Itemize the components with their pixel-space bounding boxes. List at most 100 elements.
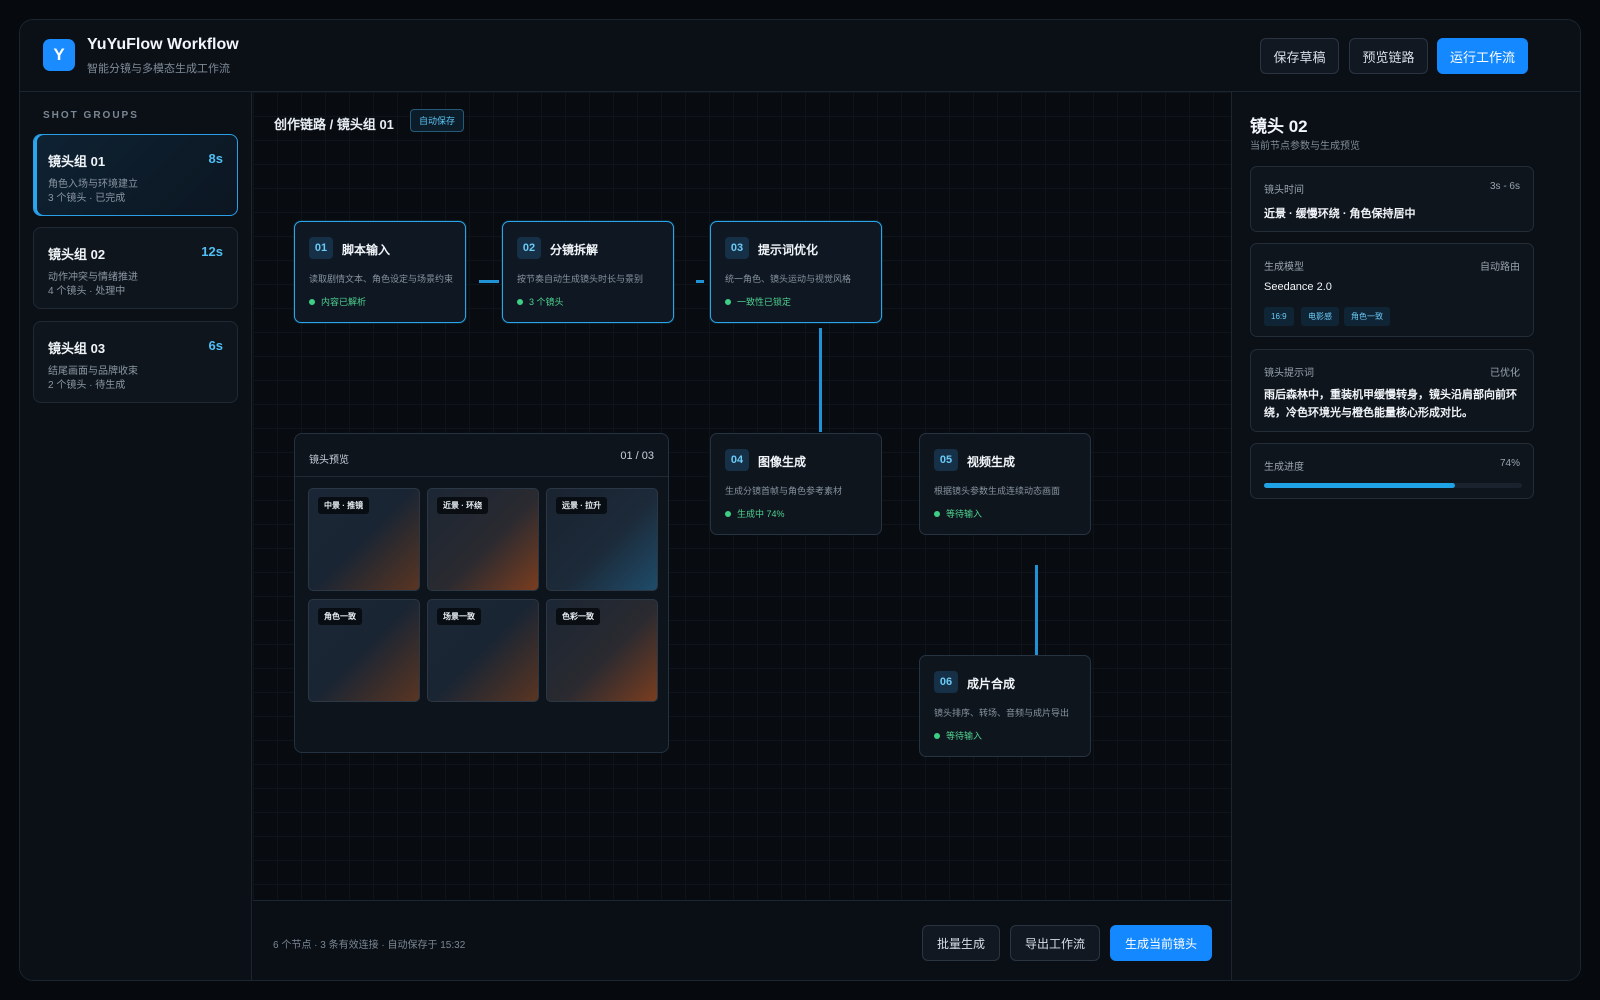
node-status: 生成中 74% [725, 507, 785, 520]
shot-preview-panel: 镜头预览 01 / 03 中景 · 推镜 近景 · 环绕 远景 · 拉升 角色一… [294, 433, 669, 753]
progress-value: 74% [1499, 458, 1520, 469]
model-chip[interactable]: 16:9 [1264, 307, 1294, 326]
model-chip[interactable]: 角色一致 [1344, 307, 1390, 326]
node-shot-breakdown[interactable]: 02 分镜拆解 按节奏自动生成镜头时长与景别 3 个镜头 [502, 221, 674, 323]
node-status-text: 3 个镜头 [529, 297, 564, 307]
model-name: Seedance 2.0 [1264, 281, 1332, 293]
preview-thumb[interactable]: 中景 · 推镜 [308, 488, 420, 591]
node-final-compose[interactable]: 06 成片合成 镜头排序、转场、音频与成片导出 等待输入 [919, 655, 1091, 757]
thumb-tag: 远景 · 拉升 [556, 497, 608, 514]
preview-thumb[interactable]: 场景一致 [427, 599, 539, 702]
logo-icon: Y [43, 39, 75, 71]
sidebar-label: SHOT GROUPS [43, 110, 139, 121]
preview-thumb[interactable]: 角色一致 [308, 599, 420, 702]
node-image-generation[interactable]: 04 图像生成 生成分镜首帧与角色参考素材 生成中 74% [710, 433, 882, 535]
preview-thumb[interactable]: 远景 · 拉升 [546, 488, 658, 591]
node-desc: 读取剧情文本、角色设定与场景约束 [309, 274, 454, 284]
app-window: Y YuYuFlow Workflow 智能分镜与多模态生成工作流 保存草稿 预… [19, 19, 1581, 981]
thumb-tag: 场景一致 [437, 608, 481, 625]
progress-bar-fill [1264, 483, 1455, 488]
thumb-tag: 中景 · 推镜 [318, 497, 370, 514]
canvas-footer: 6 个节点 · 3 条有效连接 · 自动保存于 15:32 批量生成 导出工作流… [253, 900, 1231, 980]
node-status-text: 等待输入 [946, 731, 983, 741]
status-dot-icon [517, 298, 523, 305]
card-label: 生成进度 [1264, 462, 1304, 473]
time-value: 近景 · 缓慢环绕 · 角色保持居中 [1264, 208, 1416, 220]
node-status-text: 生成中 74% [737, 509, 785, 519]
status-dot-icon [934, 510, 940, 517]
shot-group-duration: 12s [201, 244, 223, 259]
connector-03-04 [819, 328, 822, 432]
shot-group-duration: 6s [208, 338, 223, 353]
node-status: 内容已解析 [309, 295, 366, 308]
app-title: YuYuFlow Workflow [87, 36, 239, 53]
preview-page-indicator: 01 / 03 [620, 450, 654, 462]
node-desc: 按节奏自动生成镜头时长与景别 [517, 274, 644, 284]
save-draft-button[interactable]: 保存草稿 [1260, 38, 1339, 74]
status-dot-icon [725, 298, 731, 305]
node-title: 图像生成 [758, 455, 807, 469]
batch-generate-button[interactable]: 批量生成 [922, 925, 1000, 961]
status-dot-icon [934, 732, 940, 739]
prompt-text: 雨后森林中，重装机甲缓慢转身，镜头沿肩部向前环绕，冷色环境光与橙色能量核心形成对… [1264, 389, 1517, 419]
prompt-card[interactable]: 镜头提示词 已优化 雨后森林中，重装机甲缓慢转身，镜头沿肩部向前环绕，冷色环境光… [1250, 349, 1534, 432]
connector-01-02 [479, 280, 499, 283]
card-label: 镜头时间 [1264, 185, 1304, 196]
progress-bar [1264, 483, 1522, 488]
shot-group-desc: 结尾画面与品牌收束 [48, 366, 138, 377]
thumb-tag: 角色一致 [318, 608, 362, 625]
app-subtitle: 智能分镜与多模态生成工作流 [87, 63, 230, 75]
node-status-text: 内容已解析 [321, 297, 367, 307]
card-label: 镜头提示词 [1264, 368, 1314, 379]
shot-group-meta: 3 个镜头 · 已完成 [48, 193, 126, 204]
status-dot-icon [725, 510, 731, 517]
export-workflow-button[interactable]: 导出工作流 [1010, 925, 1100, 961]
workflow-canvas[interactable]: 创作链路 / 镜头组 01 自动保存 01 脚本输入 读取剧情文本、角色设定与场… [253, 92, 1231, 900]
node-video-generation[interactable]: 05 视频生成 根据镜头参数生成连续动态画面 等待输入 [919, 433, 1091, 535]
shot-group-meta: 4 个镜头 · 处理中 [48, 286, 126, 297]
run-workflow-button[interactable]: 运行工作流 [1437, 38, 1528, 74]
node-prompt-optimize[interactable]: 03 提示词优化 统一角色、镜头运动与视觉风格 一致性已锁定 [710, 221, 882, 323]
node-status: 3 个镜头 [517, 295, 564, 308]
node-title: 成片合成 [967, 677, 1016, 691]
node-script-input[interactable]: 01 脚本输入 读取剧情文本、角色设定与场景约束 内容已解析 [294, 221, 466, 323]
shot-group-title: 镜头组 02 [48, 247, 106, 262]
node-number: 05 [934, 449, 958, 471]
model-card[interactable]: 生成模型 自动路由 Seedance 2.0 16:9 电影感 角色一致 [1250, 243, 1534, 337]
progress-card: 生成进度 74% [1250, 443, 1534, 499]
preview-thumb[interactable]: 色彩一致 [546, 599, 658, 702]
node-status: 等待输入 [934, 507, 982, 520]
model-chip[interactable]: 电影感 [1301, 307, 1339, 326]
node-number: 06 [934, 671, 958, 693]
footer-status-text: 6 个节点 · 3 条有效连接 · 自动保存于 15:32 [273, 940, 466, 951]
node-status: 一致性已锁定 [725, 295, 791, 308]
node-status-text: 等待输入 [946, 509, 983, 519]
thumb-tag: 色彩一致 [556, 608, 600, 625]
prompt-state: 已优化 [1490, 368, 1520, 379]
node-desc: 生成分镜首帧与角色参考素材 [725, 486, 843, 496]
generate-current-shot-button[interactable]: 生成当前镜头 [1110, 925, 1212, 961]
shot-group-duration: 8s [208, 151, 223, 166]
preview-thumb[interactable]: 近景 · 环绕 [427, 488, 539, 591]
status-dot-icon [309, 298, 315, 305]
autosave-badge: 自动保存 [410, 109, 465, 132]
node-title: 视频生成 [967, 455, 1016, 469]
thumb-tag: 近景 · 环绕 [437, 497, 489, 514]
shot-time-card[interactable]: 镜头时间 3s - 6s 近景 · 缓慢环绕 · 角色保持居中 [1250, 166, 1534, 232]
shot-group-desc: 动作冲突与情绪推进 [48, 272, 138, 283]
connector-05-06 [1035, 565, 1038, 663]
shot-group-02[interactable]: 镜头组 02 12s 动作冲突与情绪推进 4 个镜头 · 处理中 [33, 227, 238, 309]
node-desc: 根据镜头参数生成连续动态画面 [934, 486, 1061, 496]
card-label: 生成模型 [1264, 262, 1304, 273]
node-title: 提示词优化 [758, 243, 819, 257]
node-number: 04 [725, 449, 749, 471]
shot-group-03[interactable]: 镜头组 03 6s 结尾画面与品牌收束 2 个镜头 · 待生成 [33, 321, 238, 403]
node-status-text: 一致性已锁定 [737, 297, 792, 307]
shot-group-title: 镜头组 01 [48, 154, 106, 169]
node-number: 02 [517, 237, 541, 259]
model-route: 自动路由 [1480, 262, 1520, 273]
node-number: 01 [309, 237, 333, 259]
preview-chain-button[interactable]: 预览链路 [1349, 38, 1428, 74]
inspector-panel: 镜头 02 当前节点参数与生成预览 镜头时间 3s - 6s 近景 · 缓慢环绕… [1231, 92, 1580, 980]
shot-group-01[interactable]: 镜头组 01 8s 角色入场与环境建立 3 个镜头 · 已完成 [33, 134, 238, 216]
